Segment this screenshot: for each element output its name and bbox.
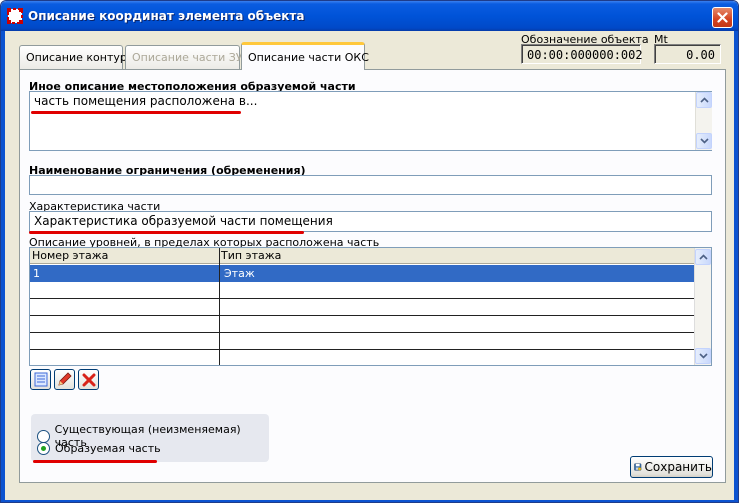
column-header-floor-number[interactable]: Номер этажа [32,249,108,262]
table-row-empty[interactable] [30,333,694,350]
chevron-up-icon [699,97,709,103]
characteristic-input[interactable]: Характеристика образуемой части помещени… [29,211,712,232]
cell-floor-number: 1 [33,267,40,280]
column-header-floor-type[interactable]: Тип этажа [221,249,281,262]
edit-record-button[interactable] [54,369,75,390]
edit-pencil-icon [58,372,72,386]
tab-contour-description[interactable]: Описание контура [19,45,134,69]
save-button-label: Сохранить [644,460,713,474]
location-description-text: часть помещения расположена в... [34,94,258,108]
radio-new-part[interactable]: Образуемая часть [37,442,161,455]
annotation-underline-characteristic [29,231,304,234]
floor-levels-table[interactable]: Номер этажа Тип этажа 1 Этаж [29,247,712,366]
chevron-down-icon [698,353,708,359]
window-frame-left [1,31,5,502]
location-description-textarea[interactable]: часть помещения расположена в... [29,91,712,151]
close-icon [717,12,728,23]
characteristic-text: Характеристика образуемой части помещени… [34,214,333,228]
tab-land-part-description: Описание части ЗУ [125,45,243,69]
window-frame-right [734,31,738,502]
table-scroll-down-button[interactable] [695,348,711,364]
table-row-empty[interactable] [30,282,694,299]
restriction-input[interactable] [29,175,712,195]
app-frame-icon [7,8,23,24]
part-type-radio-group: Существующая (неизменяемая) часть Образу… [31,414,269,462]
table-row-empty[interactable] [30,299,694,316]
scroll-down-button[interactable] [696,133,712,149]
save-disk-icon [634,463,642,471]
radio-button[interactable] [37,429,50,443]
table-scroll-up-button[interactable] [695,249,711,265]
cell-floor-type: Этаж [224,267,255,280]
scroll-up-button[interactable] [696,92,712,108]
add-record-button[interactable] [30,369,51,390]
radio-button-selected[interactable] [37,442,50,455]
table-header: Номер этажа Тип этажа [30,248,694,264]
location-scrollbar[interactable] [695,92,712,150]
chevron-up-icon [698,254,708,260]
window-title: Описание координат элемента объекта [28,9,305,23]
radio-label-new: Образуемая часть [55,442,161,455]
mt-field: 0.00 [654,44,721,64]
column-divider [219,248,220,365]
table-scrollbar[interactable] [694,248,711,365]
table-row-empty[interactable] [30,316,694,333]
add-record-icon [34,372,47,387]
dialog-window: Описание координат элемента объекта Опис… [0,0,739,503]
annotation-underline-radio [33,460,157,463]
tab-oks-part-description[interactable]: Описание части ОКС [241,42,369,70]
chevron-down-icon [699,138,709,144]
delete-x-icon [82,373,95,386]
table-row-empty[interactable] [30,350,694,365]
save-button[interactable]: Сохранить [630,456,713,478]
close-button[interactable] [712,7,733,28]
annotation-underline-location [31,111,241,114]
object-id-field: 00:00:000000:002 [521,44,643,64]
title-bar[interactable]: Описание координат элемента объекта [1,1,738,31]
delete-record-button[interactable] [78,369,99,390]
table-row[interactable]: 1 Этаж [30,265,694,282]
